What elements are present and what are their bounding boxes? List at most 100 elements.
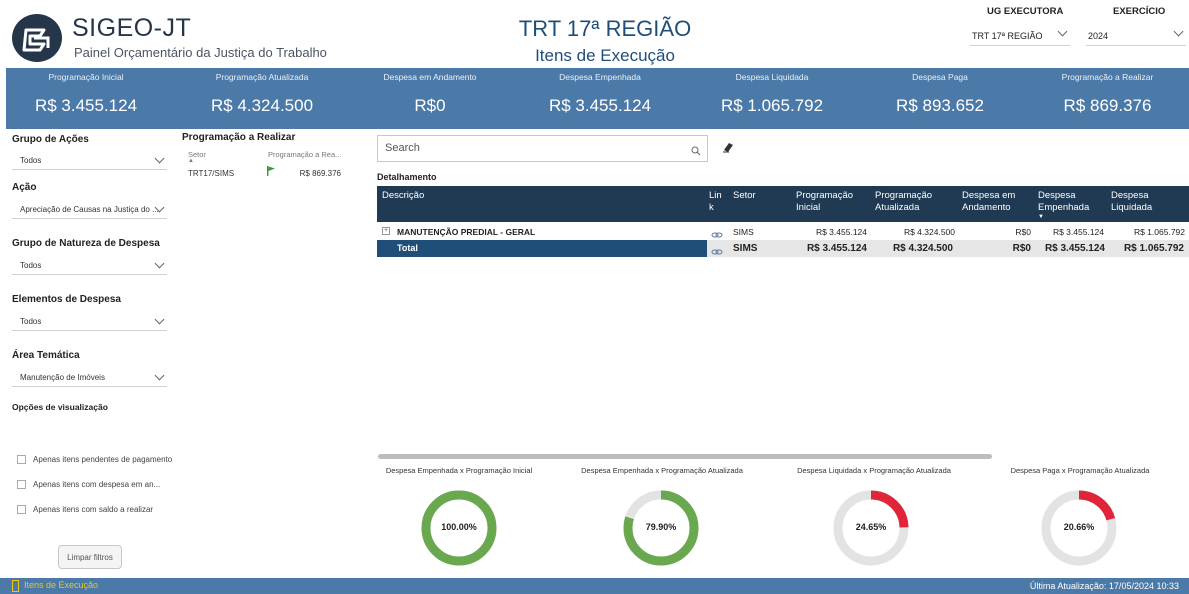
area-tematica-dropdown[interactable]: Manutenção de Imóveis	[12, 367, 167, 387]
col-programacao-atualizada[interactable]: Programação Atualizada	[875, 190, 932, 214]
ug-executora-label: UG EXECUTORA	[987, 6, 1064, 17]
clear-filters-button[interactable]: Limpar filtros	[58, 545, 122, 569]
total-prog-atualizada: R$ 4.324.500	[892, 243, 953, 254]
search-box[interactable]	[377, 135, 708, 162]
eraser-icon[interactable]	[721, 140, 735, 158]
flag-icon	[266, 164, 276, 182]
gauge-empenhada-atualizada: 79.90%	[620, 487, 702, 569]
grupo-acoes-value: Todos	[20, 156, 42, 165]
grupo-natureza-value: Todos	[20, 261, 42, 270]
ug-executora-value: TRT 17ª REGIÃO	[972, 31, 1043, 41]
checkbox-despesa-andamento[interactable]: Apenas itens com despesa em an...	[17, 480, 177, 492]
checkbox-box[interactable]	[17, 480, 26, 489]
detail-table-header: Descrição Lin k Setor Programação Inicia…	[377, 186, 1189, 222]
total-andamento: R$0	[1012, 243, 1031, 254]
col-despesa-andamento[interactable]: Despesa em Andamento	[962, 190, 1015, 214]
chevron-down-icon	[154, 370, 165, 381]
opcoes-visualizacao-label: Opções de visualização	[12, 402, 108, 412]
col-line: Atualizada	[875, 202, 920, 213]
total-setor: SIMS	[733, 243, 758, 254]
chevron-down-icon	[154, 153, 165, 164]
total-liquidada: R$ 1.065.792	[1123, 243, 1184, 254]
gauge-title: Despesa Empenhada x Programação Inicial	[385, 466, 533, 475]
grupo-natureza-label: Grupo de Natureza de Despesa	[12, 238, 160, 249]
kpi-despesa-andamento: Despesa em Andamento R$0	[350, 68, 510, 129]
gauge-title: Despesa Paga x Programação Atualizada	[1010, 466, 1150, 475]
col-despesa-liquidada[interactable]: Despesa Liquidada	[1111, 190, 1152, 214]
checkbox-box[interactable]	[17, 455, 26, 464]
exercicio-dropdown[interactable]: 2024	[1086, 26, 1186, 46]
search-icon[interactable]	[691, 143, 701, 161]
col-link-line1: Lin	[709, 190, 722, 201]
gauge-label: 100.00%	[441, 522, 477, 532]
total-prog-inicial: R$ 3.455.124	[806, 243, 867, 254]
grupo-acoes-label: Grupo de Ações	[12, 134, 89, 145]
gauge-label: 79.90%	[645, 522, 677, 532]
sort-indicator-icon: ▲	[188, 158, 194, 164]
kpi-value: R$ 1.065.792	[720, 96, 824, 115]
table-row[interactable]: + MANUTENÇÃO PREDIAL - GERAL SIMS R$ 3.4…	[377, 223, 1189, 240]
kpi-despesa-liquidada: Despesa Liquidada R$ 1.065.792	[688, 68, 856, 129]
acao-label: Ação	[12, 182, 37, 193]
checkbox-label: Apenas itens com despesa em an...	[33, 480, 161, 489]
kpi-label: Despesa em Andamento	[383, 72, 477, 82]
col-link[interactable]: Lin k	[709, 190, 722, 214]
kpi-value: R$0	[414, 96, 446, 115]
kpi-label: Programação Atualizada	[215, 72, 309, 82]
chevron-down-icon	[154, 314, 165, 325]
elementos-dropdown[interactable]: Todos	[12, 311, 167, 331]
col-setor[interactable]: Setor	[733, 190, 756, 202]
row-andamento: R$0	[1015, 227, 1031, 237]
app-subtitle: Painel Orçamentário da Justiça do Trabal…	[74, 45, 327, 60]
checkbox-saldo-realizar[interactable]: Apenas itens com saldo a realizar	[17, 505, 177, 517]
kpi-value: R$ 869.376	[1063, 96, 1152, 115]
checkbox-label: Apenas itens com saldo a realizar	[33, 505, 154, 514]
prog-row-setor: TRT17/SIMS	[188, 169, 235, 178]
grupo-acoes-dropdown[interactable]: Todos	[12, 150, 167, 170]
total-label-cell: Total	[377, 240, 707, 257]
last-updated: Última Atualização: 17/05/2024 10:33	[1029, 581, 1179, 591]
horizontal-scrollbar[interactable]	[378, 454, 992, 459]
checkbox-pendentes-pagamento[interactable]: Apenas itens pendentes de pagamento	[17, 455, 177, 467]
col-line: Andamento	[962, 202, 1011, 213]
gauge-title: Despesa Liquidada x Programação Atualiza…	[797, 466, 951, 475]
gauge-empenhada-inicial: 100.00%	[418, 487, 500, 569]
kpi-value: R$ 893.652	[896, 96, 984, 115]
acao-dropdown[interactable]: Apreciação de Causas na Justiça do ...	[12, 199, 167, 219]
row-liquidada: R$ 1.065.792	[1133, 227, 1185, 237]
detalhamento-title: Detalhamento	[377, 172, 437, 182]
area-tematica-value: Manutenção de Imóveis	[20, 373, 105, 382]
exercicio-label: EXERCÍCIO	[1113, 6, 1166, 17]
region-title: TRT 17ª REGIÃO	[518, 16, 692, 41]
col-line: Programação	[875, 190, 933, 201]
total-empenhada: R$ 3.455.124	[1044, 243, 1105, 254]
gauge-liquidada-atualizada: 24.65%	[830, 487, 912, 569]
row-prog-atualizada: R$ 4.324.500	[903, 227, 955, 237]
expand-icon[interactable]: +	[382, 227, 390, 235]
prog-col-programacao[interactable]: Programação a Rea...	[268, 150, 341, 159]
page-subtitle: Itens de Execução	[535, 46, 675, 65]
col-line: Programação	[796, 190, 854, 201]
gauge-title: Despesa Empenhada x Programação Atualiza…	[581, 466, 743, 475]
kpi-band: Programação Inicial R$ 3.455.124 Program…	[6, 68, 1189, 129]
search-input[interactable]	[385, 142, 665, 154]
chevron-down-icon	[154, 258, 165, 269]
ug-executora-dropdown[interactable]: TRT 17ª REGIÃO	[970, 26, 1070, 46]
kpi-programacao-realizar: Programação a Realizar R$ 869.376	[1026, 68, 1189, 129]
elementos-label: Elementos de Despesa	[12, 294, 121, 305]
kpi-value: R$ 3.455.124	[548, 96, 652, 115]
row-descricao: MANUTENÇÃO PREDIAL - GERAL	[397, 227, 536, 237]
total-label: Total	[397, 243, 418, 253]
col-descricao[interactable]: Descrição	[382, 190, 424, 202]
kpi-programacao-atualizada: Programação Atualizada R$ 4.324.500	[174, 68, 350, 129]
col-line: Despesa	[1038, 190, 1076, 201]
col-programacao-inicial[interactable]: Programação Inicial	[796, 190, 853, 214]
col-despesa-empenhada[interactable]: Despesa Empenhada ▼	[1038, 190, 1089, 220]
row-prog-inicial: R$ 3.455.124	[815, 227, 867, 237]
page-tab-itens-execucao[interactable]: Itens de Execução	[24, 580, 98, 590]
exercicio-value: 2024	[1088, 31, 1109, 41]
link-icon[interactable]	[711, 243, 723, 261]
gauge-label: 24.65%	[855, 522, 887, 532]
grupo-natureza-dropdown[interactable]: Todos	[12, 255, 167, 275]
checkbox-box[interactable]	[17, 505, 26, 514]
